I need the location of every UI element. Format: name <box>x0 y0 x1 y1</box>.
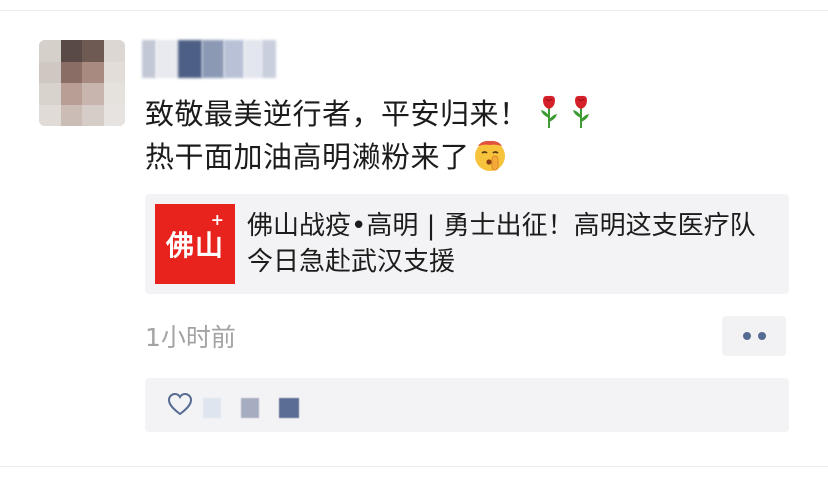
rose-icon <box>572 95 589 128</box>
thumbnail-badge: + <box>210 210 225 229</box>
more-actions-button[interactable] <box>722 316 786 356</box>
top-divider <box>0 10 828 11</box>
shushing-face-icon <box>474 140 505 171</box>
two-dots-icon <box>757 332 766 340</box>
bottom-divider <box>0 466 828 467</box>
timestamp: 1小时前 <box>145 323 236 352</box>
post-text: 致敬最美逆行者，平安归来！ 热干面加油高明濑粉来了 <box>145 93 785 179</box>
like-avatar[interactable] <box>203 398 221 418</box>
post-line-2: 热干面加油高明濑粉来了 <box>145 136 785 179</box>
heart-outline-icon <box>167 392 193 416</box>
like-avatar[interactable] <box>241 398 259 418</box>
thumbnail-logo-text: 佛山 <box>165 229 224 262</box>
link-card[interactable]: 佛山 + 佛山战疫•高明 | 勇士出征！高明这支医疗队今日急赴武汉支援 <box>145 194 789 294</box>
post-line-1-text: 致敬最美逆行者，平安归来！ <box>145 97 529 131</box>
username-obscured[interactable] <box>142 40 276 78</box>
likes-panel <box>145 378 789 432</box>
post-line-2-text: 热干面加油高明濑粉来了 <box>145 140 470 174</box>
two-dots-icon <box>742 332 751 340</box>
avatar[interactable] <box>39 40 125 126</box>
rose-icon <box>540 95 557 128</box>
link-title: 佛山战疫•高明 | 勇士出征！高明这支医疗队今日急赴武汉支援 <box>247 211 756 277</box>
like-avatar[interactable] <box>279 398 299 418</box>
post-line-1: 致敬最美逆行者，平安归来！ <box>145 93 785 136</box>
link-thumbnail: 佛山 + <box>155 204 235 284</box>
